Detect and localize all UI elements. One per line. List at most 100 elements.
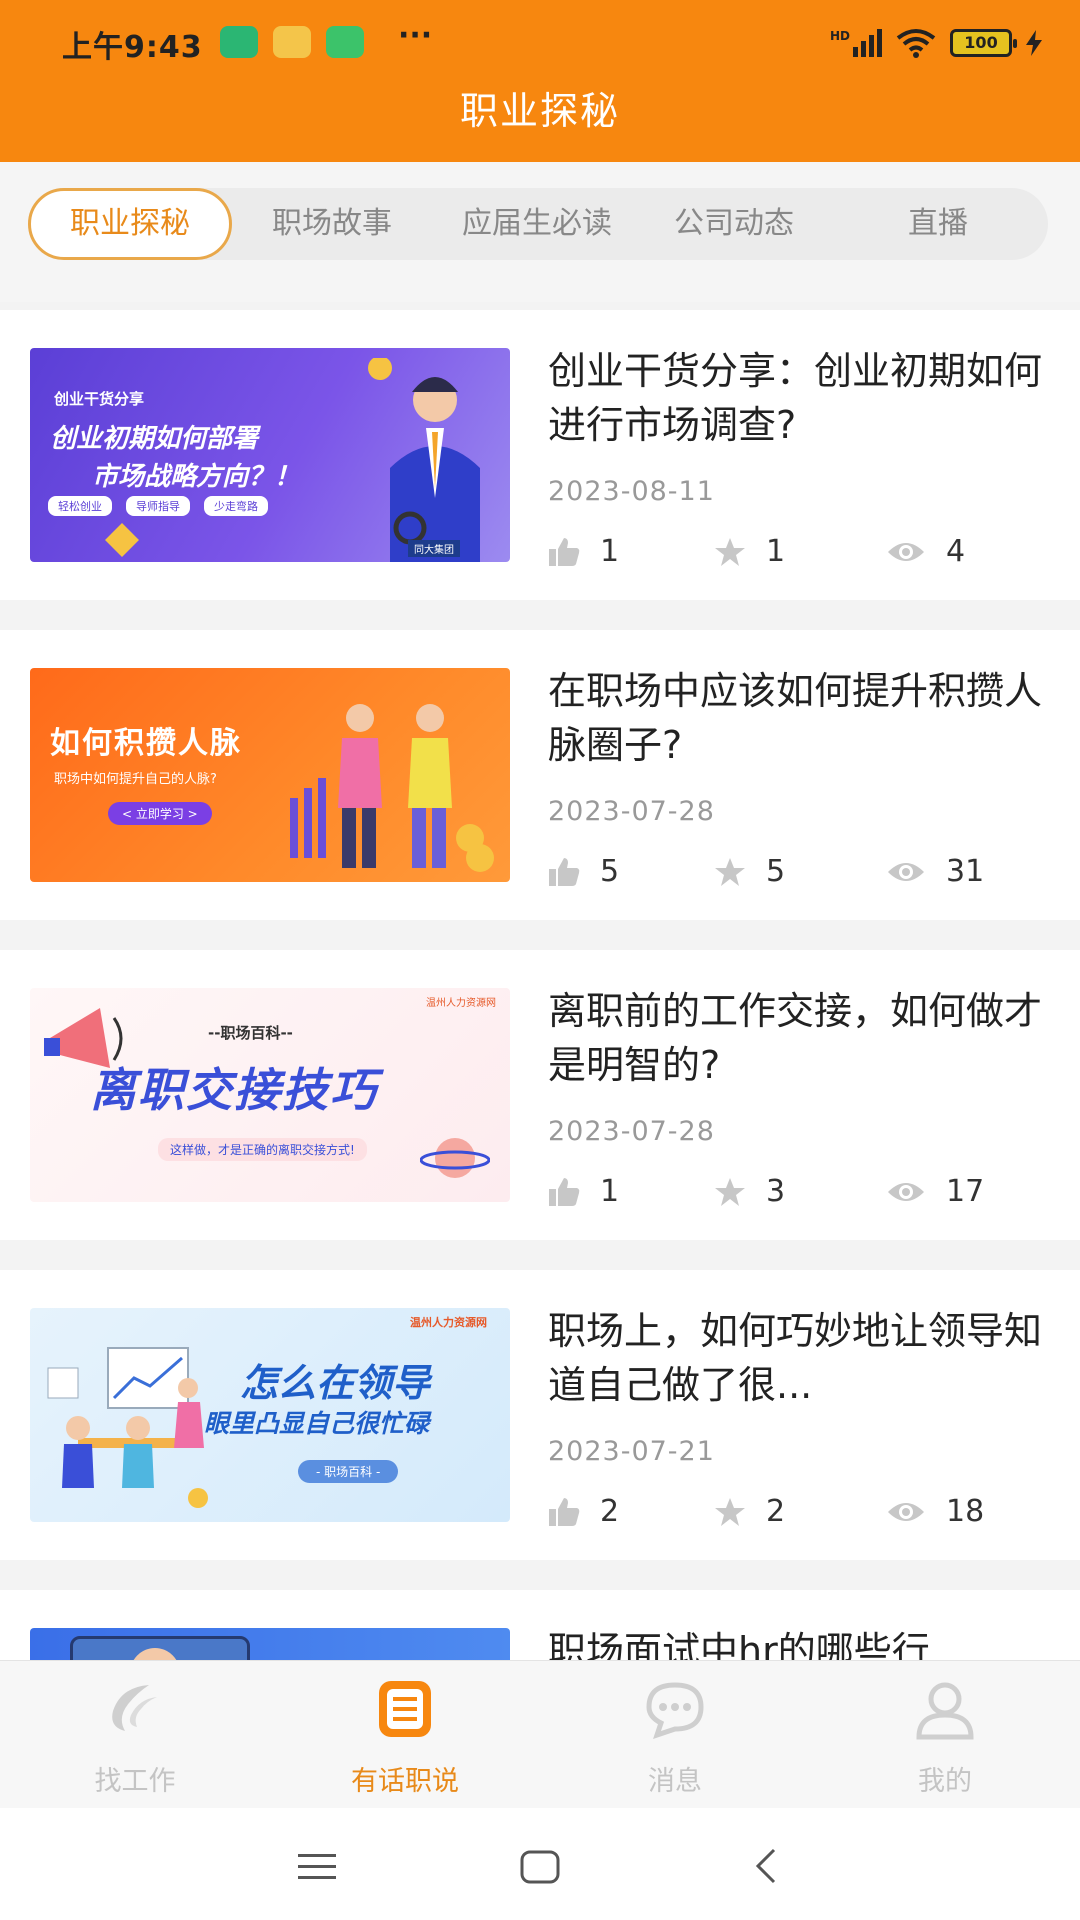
system-navigation-bar — [0, 1808, 1080, 1920]
article-date: 2023-08-11 — [548, 476, 715, 507]
tab-workplace-stories[interactable]: 职场故事 — [252, 188, 412, 260]
view-stat: 4 — [886, 534, 965, 569]
nav-profile[interactable]: 我的 — [810, 1661, 1080, 1809]
office-illustration — [47, 1347, 208, 1508]
status-more-icon: ··· — [398, 18, 433, 53]
like-count: 5 — [600, 854, 620, 889]
view-count: 31 — [946, 854, 985, 889]
star-icon — [715, 1177, 745, 1206]
article-stats: 5 5 31 — [548, 854, 1058, 894]
nav-label: 有话职说 — [351, 1766, 459, 1797]
article-date: 2023-07-28 — [548, 796, 715, 827]
status-right: HD 100 — [830, 26, 1042, 60]
article-title[interactable]: 离职前的工作交接，如何做才是明智的? — [548, 984, 1058, 1092]
thumb-headline: 离职交接技巧 — [90, 1063, 378, 1117]
thumb-pill: 少走弯路 — [204, 496, 268, 516]
star-icon — [715, 857, 745, 886]
shield-app-icon — [220, 26, 258, 58]
article-title[interactable]: 在职场中应该如何提升积攒人脉圈子? — [548, 664, 1058, 772]
like-count: 1 — [600, 1174, 620, 1209]
article-date: 2023-07-28 — [548, 1116, 715, 1147]
article-title[interactable]: 创业干货分享：创业初期如何进行市场调查? — [548, 344, 1058, 452]
eye-icon — [888, 1502, 924, 1521]
like-stat[interactable]: 1 — [548, 1174, 619, 1209]
megaphone-illustration — [44, 1008, 123, 1068]
nav-messages[interactable]: 消息 — [540, 1661, 810, 1809]
thumb-headline: 创业初期如何部署 — [50, 424, 259, 454]
favorite-stat[interactable]: 5 — [714, 854, 785, 889]
like-stat[interactable]: 5 — [548, 854, 619, 889]
thumb-headline: 怎么在领导 — [240, 1361, 431, 1405]
nav-career-talk[interactable]: 有话职说 — [270, 1661, 540, 1809]
nav-label: 找工作 — [94, 1766, 176, 1797]
wifi-icon — [896, 29, 936, 58]
thumbs-up-icon — [549, 857, 580, 886]
thumb-brand: 温州人力资源网 — [426, 998, 496, 1009]
article-thumbnail — [30, 1628, 510, 1660]
thumb-button: < 立即学习 > — [108, 802, 212, 825]
robot-app-icon — [326, 26, 364, 58]
thumbs-up-icon — [549, 537, 580, 566]
chat-bubble-icon — [646, 1682, 704, 1739]
thumb-brand: 温州人力资源网 — [410, 1316, 487, 1329]
view-stat: 17 — [886, 1174, 984, 1209]
article-card[interactable]: 创业干货分享 创业初期如何部署 市场战略方向？！ 轻松创业 导师指导 少走弯路 … — [0, 310, 1080, 600]
thumb-pill: 导师指导 — [126, 496, 190, 516]
nav-label: 我的 — [918, 1766, 972, 1797]
signal-label: HD — [829, 29, 850, 43]
article-stats: 2 2 18 — [548, 1494, 1058, 1534]
favorite-stat[interactable]: 3 — [714, 1174, 785, 1209]
nav-find-jobs[interactable]: 找工作 — [0, 1661, 270, 1809]
thumb-headline: 如何积攒人脉 — [50, 726, 242, 761]
thumbs-up-icon — [549, 1497, 580, 1526]
bottom-navigation: 找工作 有话职说 消息 我的 — [0, 1660, 1080, 1808]
view-count: 17 — [946, 1174, 985, 1209]
star-icon — [715, 1497, 745, 1526]
category-tabs: 职业探秘 职场故事 应届生必读 公司动态 直播 — [28, 188, 1048, 260]
thumbs-up-icon — [549, 1177, 580, 1206]
tab-live[interactable]: 直播 — [888, 188, 988, 260]
article-title[interactable]: 职场上，如何巧妙地让领导知道自己做了很... — [548, 1304, 1058, 1412]
home-icon[interactable] — [520, 1850, 560, 1884]
tab-company-news[interactable]: 公司动态 — [654, 188, 814, 260]
businessman-illustration — [368, 358, 480, 562]
article-feed: 创业干货分享 创业初期如何部署 市场战略方向？！ 轻松创业 导师指导 少走弯路 … — [0, 310, 1080, 1660]
page-title: 职业探秘 — [459, 89, 620, 133]
favorite-count: 2 — [766, 1494, 786, 1529]
tab-graduate-reading[interactable]: 应届生必读 — [442, 188, 632, 260]
person-icon — [916, 1682, 974, 1740]
article-card[interactable]: 职场面试中hr的哪些行 — [0, 1590, 1080, 1660]
article-title[interactable]: 职场面试中hr的哪些行 — [548, 1624, 1058, 1660]
thumb-brand: 同大集团 — [408, 540, 460, 557]
tab-career-explore[interactable]: 职业探秘 — [28, 188, 232, 260]
article-card[interactable]: 如何积攒人脉 职场中如何提升自己的人脉? < 立即学习 > 在职场中应该如何提升… — [0, 630, 1080, 920]
category-tabs-area: 职业探秘 职场故事 应届生必读 公司动态 直播 — [0, 162, 1080, 302]
article-card[interactable]: 温州人力资源网 怎么在领导 眼里凸显自己很忙碌 - 职场百科 - 职场上，如何巧… — [0, 1270, 1080, 1560]
app-header: 上午9:43 ··· HD 100 职业探秘 — [0, 0, 1080, 162]
favorite-count: 5 — [766, 854, 786, 889]
like-stat[interactable]: 2 — [548, 1494, 619, 1529]
like-stat[interactable]: 1 — [548, 534, 619, 569]
thumb-pill: - 职场百科 - — [298, 1460, 399, 1483]
favorite-stat[interactable]: 2 — [714, 1494, 785, 1529]
thumb-headline-2: 眼里凸显自己很忙碌 — [204, 1409, 430, 1438]
thumb-pills: 轻松创业 导师指导 少走弯路 — [48, 496, 268, 516]
article-card[interactable]: --职场百科-- 离职交接技巧 这样做，才是正确的离职交接方式! 温州人力资源网… — [0, 950, 1080, 1240]
star-icon — [715, 537, 745, 566]
article-thumbnail: 创业干货分享 创业初期如何部署 市场战略方向？！ 轻松创业 导师指导 少走弯路 … — [30, 348, 510, 562]
charging-icon — [1026, 30, 1042, 56]
document-icon — [379, 1681, 431, 1737]
article-date: 2023-07-21 — [548, 1436, 715, 1467]
handshake-illustration — [290, 704, 494, 872]
thumb-headline-2: 市场战略方向？！ — [92, 462, 301, 492]
back-icon[interactable] — [754, 1848, 778, 1884]
view-stat: 18 — [886, 1494, 984, 1529]
nav-label: 消息 — [648, 1766, 702, 1797]
thumb-small-text: --职场百科-- — [208, 1024, 293, 1042]
eye-icon — [888, 542, 924, 561]
view-count: 4 — [946, 534, 966, 569]
eye-icon — [888, 862, 924, 881]
menu-icon[interactable] — [298, 1852, 336, 1882]
favorite-stat[interactable]: 1 — [714, 534, 785, 569]
jobs-logo-icon — [112, 1685, 157, 1731]
